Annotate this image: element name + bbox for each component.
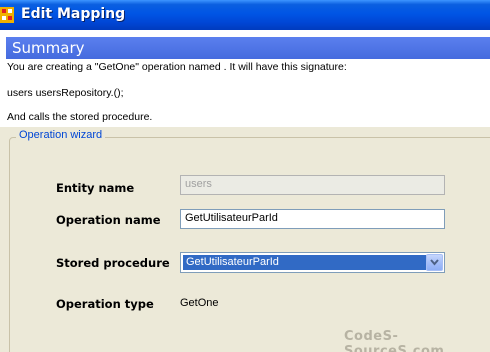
operation-wizard-legend: Operation wizard — [16, 129, 106, 141]
summary-header: Summary — [6, 37, 490, 59]
summary-procedure-line: And calls the stored procedure. — [7, 111, 153, 123]
dropdown-button[interactable] — [426, 254, 443, 271]
title-bar[interactable]: Edit Mapping — [0, 0, 490, 30]
chevron-down-icon — [430, 259, 439, 266]
stored-procedure-label: Stored procedure — [56, 256, 170, 270]
operation-name-input[interactable]: GetUtilisateurParId — [180, 209, 445, 229]
summary-title: Summary — [12, 39, 85, 57]
window-app-icon[interactable] — [0, 7, 14, 23]
operation-wizard-group — [9, 137, 490, 352]
stored-procedure-selected-value[interactable]: GetUtilisateurParId — [183, 255, 426, 270]
operation-type-value: GetOne — [180, 297, 219, 309]
summary-signature-intro: You are creating a "GetOne" operation na… — [7, 61, 347, 73]
summary-signature: users usersRepository.(); — [7, 87, 124, 99]
entity-name-label: Entity name — [56, 181, 135, 195]
window-title: Edit Mapping — [21, 6, 126, 22]
operation-type-label: Operation type — [56, 297, 154, 311]
entity-name-field: users — [180, 175, 445, 195]
stored-procedure-select[interactable]: GetUtilisateurParId — [180, 252, 445, 273]
operation-name-label: Operation name — [56, 213, 161, 227]
watermark-text: CodeS-SourceS.com — [344, 329, 445, 352]
summary-panel: Summary You are creating a "GetOne" oper… — [0, 30, 490, 127]
